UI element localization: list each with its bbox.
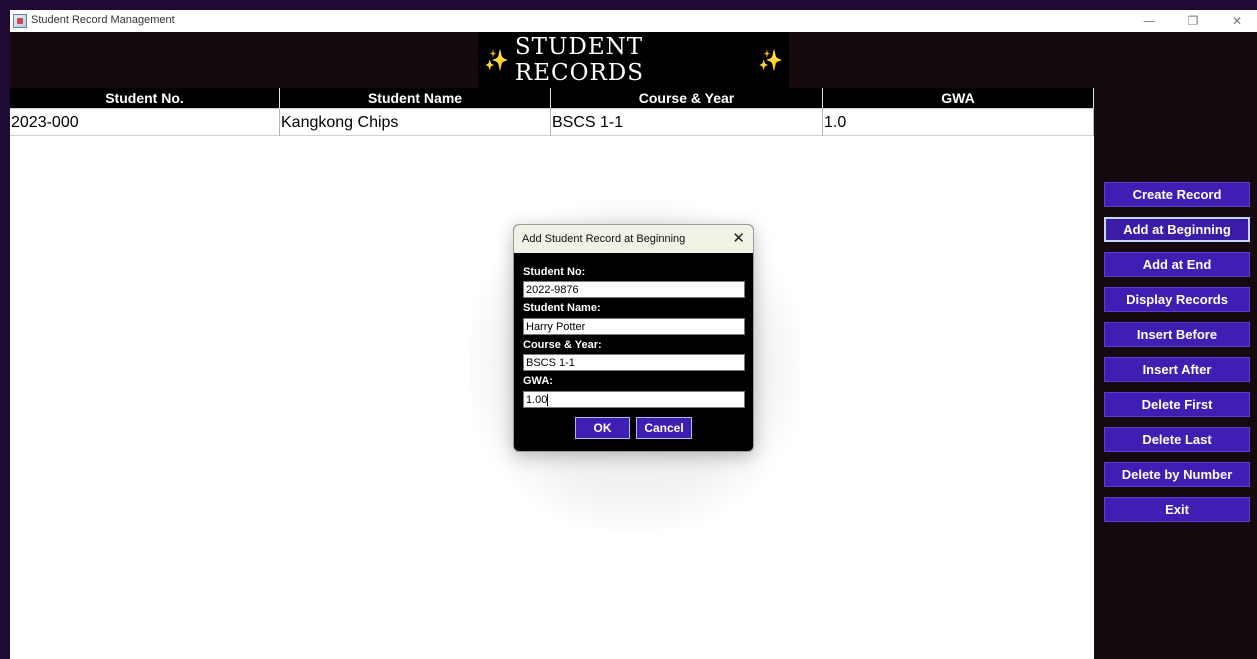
- title-bar[interactable]: Student Record Management — ❐ ✕: [10, 10, 1257, 32]
- insert-after-button[interactable]: Insert After: [1104, 357, 1250, 382]
- student-no-label: Student No:: [523, 266, 586, 278]
- cancel-button[interactable]: Cancel: [636, 417, 692, 439]
- ok-button[interactable]: OK: [575, 417, 630, 439]
- text-caret: [547, 394, 549, 407]
- student-name-label: Student Name:: [523, 302, 601, 314]
- close-window-button[interactable]: ✕: [1215, 10, 1257, 32]
- delete-by-number-button[interactable]: Delete by Number: [1104, 462, 1250, 487]
- add-record-dialog: Add Student Record at Beginning ✕ Studen…: [513, 224, 754, 452]
- cell-student-name[interactable]: Kangkong Chips: [280, 109, 551, 136]
- dialog-title-bar[interactable]: Add Student Record at Beginning ✕: [514, 225, 753, 253]
- create-record-button[interactable]: Create Record: [1104, 182, 1250, 207]
- sparkle-icon: ✨: [484, 48, 509, 72]
- gwa-field[interactable]: 1.00: [523, 391, 745, 408]
- app-window: Student Record Management — ❐ ✕ ✨ STUDEN…: [10, 10, 1257, 659]
- gwa-label: GWA:: [523, 375, 553, 387]
- dialog-title: Add Student Record at Beginning: [522, 233, 686, 245]
- window-title: Student Record Management: [31, 14, 175, 26]
- table-row[interactable]: 2023-000 Kangkong Chips BSCS 1-1 1.0: [10, 109, 1094, 136]
- minimize-button[interactable]: —: [1127, 10, 1171, 32]
- add-at-end-button[interactable]: Add at End: [1104, 252, 1250, 277]
- java-app-icon: [13, 14, 27, 28]
- student-name-field[interactable]: Harry Potter: [523, 318, 745, 335]
- column-header-gwa[interactable]: GWA: [823, 88, 1094, 109]
- cell-gwa[interactable]: 1.0: [823, 109, 1094, 136]
- table-header: Student No. Student Name Course & Year G…: [10, 88, 1094, 109]
- course-year-label: Course & Year:: [523, 339, 602, 351]
- column-header-course-year[interactable]: Course & Year: [551, 88, 823, 109]
- exit-button[interactable]: Exit: [1104, 497, 1250, 522]
- insert-before-button[interactable]: Insert Before: [1104, 322, 1250, 347]
- maximize-button[interactable]: ❐: [1171, 10, 1215, 32]
- delete-first-button[interactable]: Delete First: [1104, 392, 1250, 417]
- cell-student-no[interactable]: 2023-000: [10, 109, 280, 136]
- course-year-field[interactable]: BSCS 1-1: [523, 354, 745, 371]
- close-icon[interactable]: ✕: [732, 229, 745, 247]
- delete-last-button[interactable]: Delete Last: [1104, 427, 1250, 452]
- page-title: STUDENT RECORDS: [514, 34, 644, 86]
- display-records-button[interactable]: Display Records: [1104, 287, 1250, 312]
- cell-course-year[interactable]: BSCS 1-1: [551, 109, 823, 136]
- student-no-field[interactable]: 2022-9876: [523, 281, 745, 298]
- header-banner: ✨ STUDENT RECORDS ✨: [478, 32, 789, 88]
- gwa-field-value: 1.00: [526, 394, 548, 406]
- column-header-student-name[interactable]: Student Name: [280, 88, 551, 109]
- add-at-beginning-button[interactable]: Add at Beginning: [1104, 217, 1250, 242]
- sparkle-icon: ✨: [758, 48, 783, 72]
- column-header-student-no[interactable]: Student No.: [10, 88, 280, 109]
